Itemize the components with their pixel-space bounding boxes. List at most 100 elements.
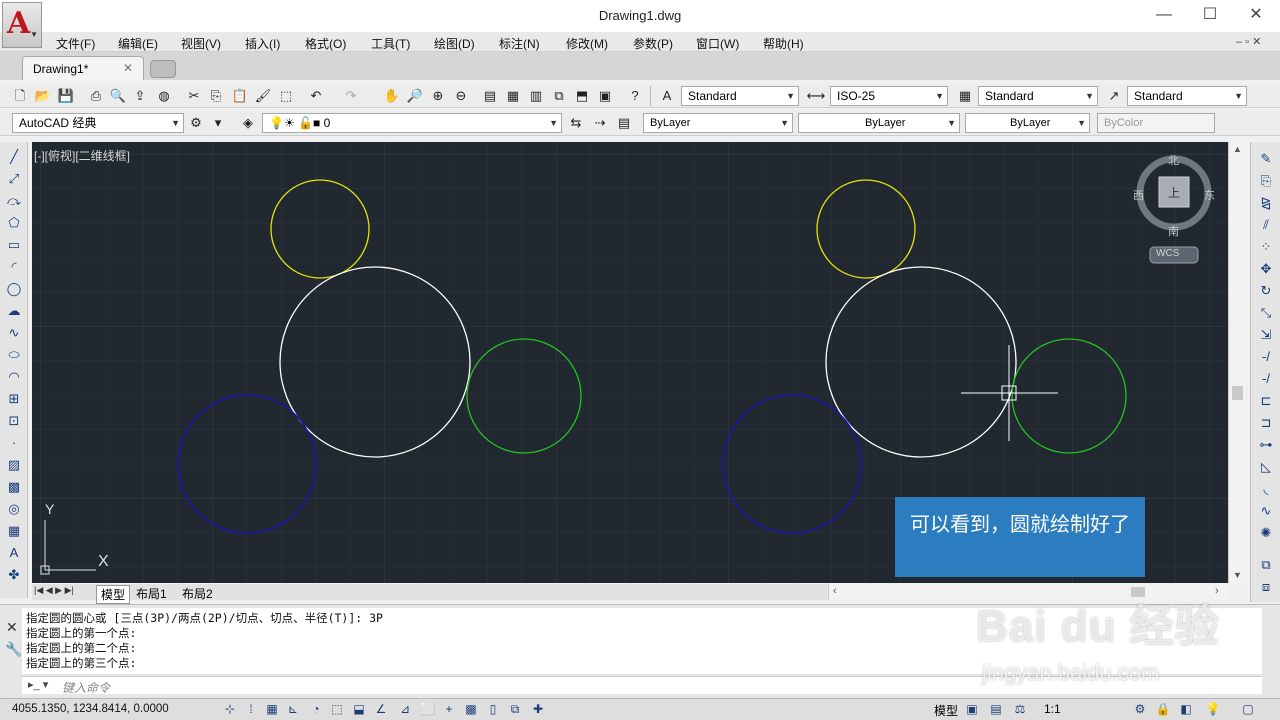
rectangle-icon[interactable]: ▭	[4, 236, 24, 254]
copy-object-icon[interactable]: ⎘	[1256, 172, 1276, 190]
maximize-button[interactable]: ☐	[1190, 4, 1230, 26]
app-menu-button[interactable]: A ▼	[2, 2, 42, 48]
gradient-icon[interactable]: ▩	[4, 478, 24, 496]
tab-layout1[interactable]: 布局1	[136, 585, 167, 602]
scroll-left-icon[interactable]: ‹	[833, 585, 837, 597]
markup-icon[interactable]: ⬒	[572, 86, 592, 106]
blend-curves-icon[interactable]: ∿	[1256, 502, 1276, 520]
model-space-label[interactable]: 模型	[934, 702, 958, 719]
layer-properties-icon[interactable]: ◈	[238, 113, 258, 133]
dynamic-input-icon[interactable]: ⬜	[420, 701, 436, 717]
transparency-icon[interactable]: ▩	[463, 701, 479, 717]
point-icon[interactable]: ·	[4, 434, 24, 452]
redo-icon[interactable]: ↷	[341, 86, 361, 106]
new-tab-button[interactable]	[150, 60, 176, 78]
join-icon[interactable]: ⊶	[1256, 436, 1276, 454]
hardware-acceleration-icon[interactable]: ◧	[1178, 701, 1194, 717]
break-at-point-icon[interactable]: ⊏	[1256, 392, 1276, 410]
make-block-icon[interactable]: ⊡	[4, 412, 24, 430]
save-icon[interactable]: 💾	[56, 86, 76, 106]
design-center-icon[interactable]: ▦	[503, 86, 523, 106]
close-command-icon[interactable]: ✕	[6, 619, 18, 636]
coordinate-readout[interactable]: 4055.1350, 1234.8414, 0.0000	[12, 703, 169, 715]
annotation-monitor-icon[interactable]: ✚	[530, 701, 546, 717]
ellipse-icon[interactable]: ⬭	[4, 346, 24, 364]
menu-draw[interactable]: 绘图(D)	[434, 35, 475, 52]
workspace-switch-icon[interactable]: ⚙	[1132, 701, 1148, 717]
ellipse-arc-icon[interactable]: ◠	[4, 368, 24, 386]
table-icon[interactable]: ▦	[4, 522, 24, 540]
viewcube-top-face[interactable]: 上	[1168, 184, 1180, 201]
line-icon[interactable]: ╱	[4, 148, 24, 166]
menu-file[interactable]: 文件(F)	[56, 35, 95, 52]
clean-screen-icon[interactable]: ▢	[1240, 701, 1256, 717]
menu-edit[interactable]: 编辑(E)	[118, 35, 158, 52]
tab-model[interactable]: 模型	[96, 585, 131, 604]
ortho-mode-icon[interactable]: ⊾	[285, 701, 301, 717]
table-style-select[interactable]: Standard ▼	[978, 86, 1098, 106]
menu-tools[interactable]: 工具(T)	[371, 35, 410, 52]
layer-select[interactable]: 💡☀ 🔓■ 0 ▼	[262, 113, 562, 133]
color-select[interactable]: ByLayer ▼	[643, 113, 793, 133]
quick-view-drawings-icon[interactable]: ▤	[988, 701, 1004, 717]
quick-view-layouts-icon[interactable]: ▣	[964, 701, 980, 717]
scroll-thumb[interactable]	[1232, 386, 1243, 400]
chamfer-icon[interactable]: ◺	[1256, 458, 1276, 476]
workspace-settings-icon[interactable]: ⚙	[186, 113, 206, 133]
tool-palettes-icon[interactable]: ▥	[526, 86, 546, 106]
fillet-icon[interactable]: ◟	[1256, 480, 1276, 498]
extend-icon[interactable]: -/	[1256, 370, 1276, 388]
region-icon[interactable]: ◎	[4, 500, 24, 518]
compass-west[interactable]: 西	[1133, 187, 1144, 203]
object-snap-icon[interactable]: ⬚	[329, 701, 345, 717]
dynamic-ucs-icon[interactable]: ⊿	[397, 701, 413, 717]
quick-properties-icon[interactable]: ▯	[485, 701, 501, 717]
offset-icon[interactable]: ⫽	[1256, 216, 1276, 234]
annotation-scale-value[interactable]: 1:1	[1044, 702, 1061, 716]
open-icon[interactable]: 📂	[33, 86, 53, 106]
tab-layout2[interactable]: 布局2	[182, 585, 213, 602]
close-button[interactable]: ✕	[1236, 4, 1276, 26]
preview-icon[interactable]: 🔍	[108, 86, 128, 106]
pan-icon[interactable]: ✋	[382, 86, 402, 106]
mirror-icon[interactable]: ⧎	[1256, 194, 1276, 212]
snap-mode-icon[interactable]: ⁞	[243, 701, 259, 717]
polar-tracking-icon[interactable]: ◔	[308, 701, 324, 717]
object-snap-tracking-icon[interactable]: ∠	[373, 701, 389, 717]
wrench-icon[interactable]: 🔧	[5, 641, 22, 658]
multileader-style-icon[interactable]: ↗	[1104, 86, 1124, 106]
customize-icon[interactable]: ▾	[208, 113, 228, 133]
paste-icon[interactable]: 📋	[230, 86, 250, 106]
close-tab-icon[interactable]: ✕	[123, 61, 133, 75]
spline-icon[interactable]: ∿	[4, 324, 24, 342]
multileader-style-select[interactable]: Standard ▼	[1127, 86, 1247, 106]
zoom-realtime-icon[interactable]: 🔎	[405, 86, 425, 106]
publish-icon[interactable]: ⇪	[130, 86, 150, 106]
text-style-icon[interactable]: A	[657, 86, 677, 106]
vertical-scrollbar[interactable]: ▲ ▼	[1228, 142, 1246, 583]
layer-isolate-icon[interactable]: ▤	[614, 113, 634, 133]
scroll-down-icon[interactable]: ▼	[1233, 570, 1242, 580]
zoom-window-icon[interactable]: ⊕	[428, 86, 448, 106]
scale-icon[interactable]: ⤡	[1256, 304, 1276, 322]
annotation-scale-icon[interactable]: ⚖	[1012, 701, 1028, 717]
viewport-label[interactable]: [-][俯视][二维线框]	[34, 147, 130, 164]
block-editor-icon[interactable]: ⬚	[276, 86, 296, 106]
dim-style-icon[interactable]: ⟷	[806, 86, 826, 106]
minimize-button[interactable]: —	[1144, 4, 1184, 26]
menu-modify[interactable]: 修改(M)	[566, 35, 608, 52]
construction-line-icon[interactable]: ⤢	[4, 170, 24, 188]
text-style-select[interactable]: Standard ▼	[681, 86, 799, 106]
zoom-previous-icon[interactable]: ⊖	[451, 86, 471, 106]
menu-dimension[interactable]: 标注(N)	[499, 35, 540, 52]
arc-icon[interactable]: ◜	[4, 258, 24, 276]
undo-icon[interactable]: ↶	[306, 86, 326, 106]
draw-order-icon[interactable]: ⧉	[1256, 556, 1276, 574]
lineweight-select[interactable]: ByLayer ▼	[965, 113, 1090, 133]
menu-parametric[interactable]: 参数(P)	[633, 35, 673, 52]
tab-drawing1[interactable]: Drawing1* ✕	[22, 56, 144, 80]
tab-nav-icon[interactable]: |◀ ◀ ▶ ▶|	[34, 585, 74, 596]
calculator-icon[interactable]: ▣	[595, 86, 615, 106]
add-selected-icon[interactable]: ✤	[4, 566, 24, 584]
sheet-set-icon[interactable]: ⧉	[549, 86, 569, 106]
